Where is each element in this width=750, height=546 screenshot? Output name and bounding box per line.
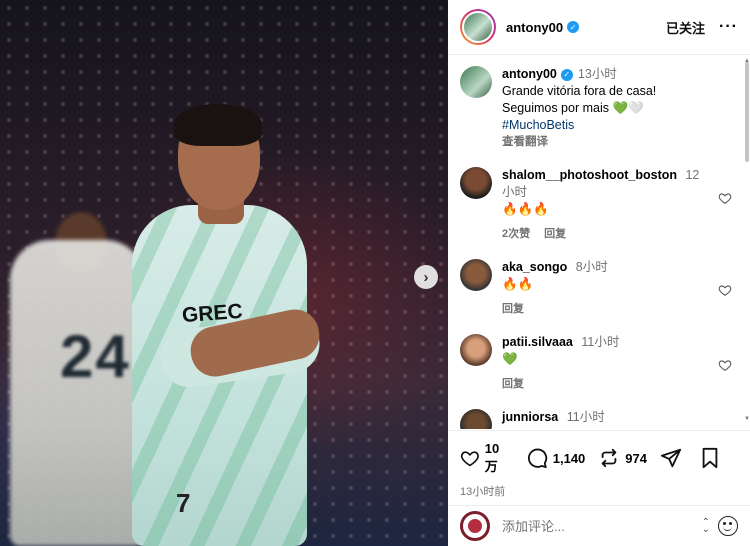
comment-like-heart-icon[interactable] <box>718 358 732 372</box>
following-button[interactable]: 已关注 <box>666 18 705 37</box>
comment-item: junniorsa 11小时 <box>460 409 738 429</box>
caption-hashtag[interactable]: #MuchoBetis <box>502 117 656 134</box>
comments-list: antony00 ✓ 13小时 Grande vitória fora de cas… <box>448 56 750 429</box>
comment-action[interactable]: 1,140 <box>526 447 586 469</box>
comment-username[interactable]: patii.silvaaa <box>502 335 573 349</box>
comment-time[interactable]: 11小时 <box>581 335 619 349</box>
verified-badge-icon: ✓ <box>560 68 573 81</box>
post-side-panel: antony00 ✓ 已关注 ··· ▲ ▼ antony00 ✓ 13小时 Gra… <box>448 0 750 546</box>
add-comment-input[interactable] <box>502 518 696 534</box>
comment-time[interactable]: 8小时 <box>576 260 608 274</box>
author-username[interactable]: antony00 <box>506 20 563 35</box>
save-action[interactable] <box>700 447 725 469</box>
comment-username[interactable]: aka_songo <box>502 260 567 274</box>
caption-username[interactable]: antony00 <box>502 67 557 81</box>
current-user-avatar <box>460 511 490 541</box>
share-action[interactable] <box>660 447 687 469</box>
like-action[interactable]: 10 万 <box>460 441 513 475</box>
commenter-avatar[interactable] <box>460 259 492 291</box>
emoji-picker-icon[interactable] <box>718 516 738 536</box>
comment-item: shalom__photoshoot_boston 12小时 🔥🔥🔥 2次赞 回复 <box>460 167 738 243</box>
add-comment-bar: ⌃⌄ <box>448 505 750 546</box>
reply-button[interactable]: 回复 <box>502 378 524 390</box>
more-options-icon[interactable]: ··· <box>719 18 738 36</box>
like-count[interactable]: 10 万 <box>485 441 513 475</box>
heart-icon[interactable] <box>460 447 480 469</box>
author-avatar[interactable] <box>460 9 496 45</box>
post-photo: 24 GREC 7 › <box>0 0 448 546</box>
post-date[interactable]: 13小时前 <box>460 483 738 499</box>
comment-username[interactable]: junniorsa <box>502 410 558 424</box>
comment-count[interactable]: 1,140 <box>553 451 586 466</box>
shorts-number: 7 <box>176 488 191 518</box>
post-caption: antony00 ✓ 13小时 Grande vitória fora de cas… <box>460 56 738 151</box>
repost-count[interactable]: 974 <box>625 451 647 466</box>
comment-text: 🔥🔥🔥 <box>502 202 549 216</box>
repost-icon[interactable] <box>598 447 620 469</box>
comment-text: 🔥🔥 <box>502 277 534 291</box>
comment-like-count[interactable]: 2次赞 <box>502 228 530 240</box>
player-hair <box>174 104 262 146</box>
commenter-avatar[interactable] <box>460 334 492 366</box>
repost-action[interactable]: 974 <box>598 447 647 469</box>
caption-author-avatar[interactable] <box>460 66 492 98</box>
resize-arrows-icon[interactable]: ⌃ ⌄ <box>702 518 710 535</box>
commenter-avatar[interactable] <box>460 409 492 429</box>
background-player-number: 24 <box>60 323 131 390</box>
caption-time[interactable]: 13小时 <box>578 67 617 81</box>
reply-button[interactable]: 回复 <box>544 228 566 240</box>
comment-bubble-icon[interactable] <box>526 447 548 469</box>
verified-badge-icon: ✓ <box>567 21 580 33</box>
share-send-icon[interactable] <box>660 447 682 469</box>
caption-line-2: Seguimos por mais 💚🤍 <box>502 101 644 115</box>
comment-time[interactable]: 11小时 <box>567 410 605 424</box>
comment-item: aka_songo 8小时 🔥🔥 回复 <box>460 259 738 318</box>
bookmark-icon[interactable] <box>700 447 720 469</box>
reply-button[interactable]: 回复 <box>502 303 524 315</box>
comment-like-heart-icon[interactable] <box>718 191 732 205</box>
jersey-sponsor-text: GREC <box>181 299 244 328</box>
comment-item: patii.silvaaa 11小时 💚 回复 <box>460 334 738 393</box>
next-photo-button[interactable]: › <box>414 265 438 289</box>
comment-username[interactable]: shalom__photoshoot_boston <box>502 168 677 182</box>
comment-like-heart-icon[interactable] <box>718 283 732 297</box>
caption-line-1: Grande vitória fora de casa! <box>502 84 657 98</box>
background-player <box>10 240 145 546</box>
commenter-avatar[interactable] <box>460 167 492 199</box>
post-header: antony00 ✓ 已关注 ··· <box>448 0 750 55</box>
see-translation-link[interactable]: 查看翻译 <box>502 134 656 151</box>
comment-text: 💚 <box>502 352 518 366</box>
